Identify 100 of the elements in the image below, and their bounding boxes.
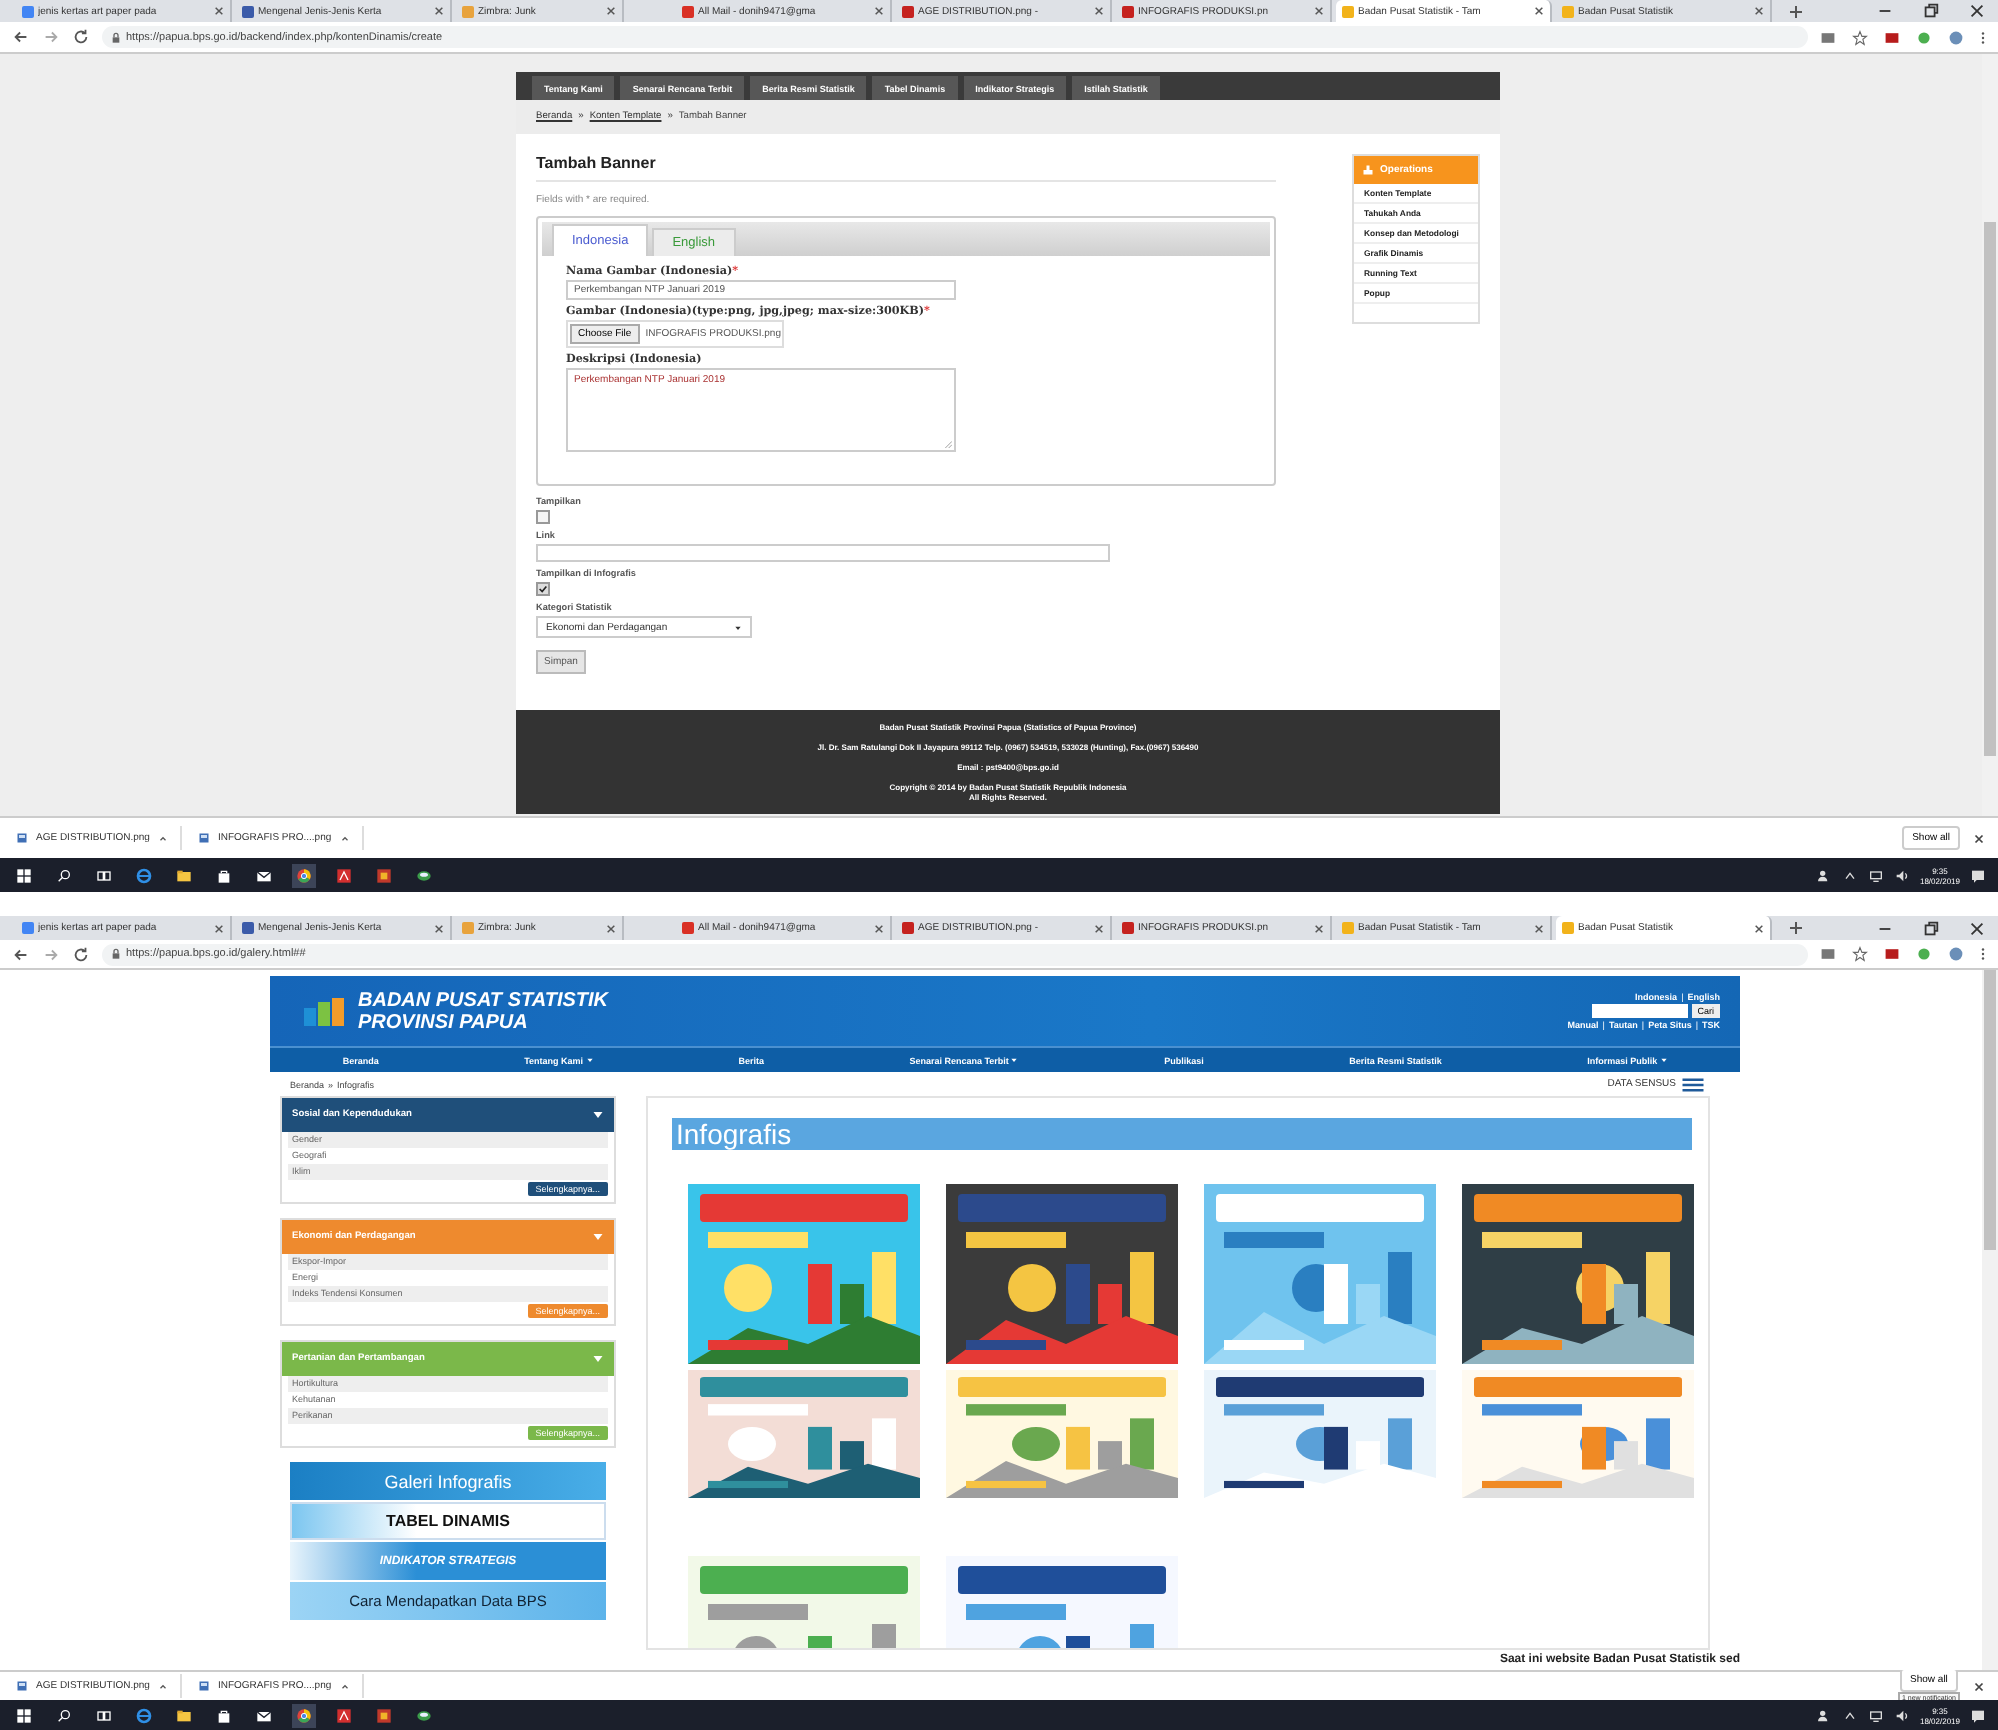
search-icon[interactable] bbox=[56, 867, 72, 883]
favicon-icon bbox=[902, 922, 914, 934]
volume-icon[interactable] bbox=[1893, 867, 1910, 883]
menu-icon[interactable] bbox=[1980, 29, 1986, 45]
pdf-icon[interactable] bbox=[336, 1707, 352, 1723]
close-icon[interactable] bbox=[1094, 6, 1104, 16]
lock-icon bbox=[112, 948, 120, 960]
close-icon[interactable] bbox=[214, 923, 224, 933]
close-icon[interactable] bbox=[434, 6, 444, 16]
windows-icon[interactable] bbox=[16, 867, 32, 883]
star-icon[interactable] bbox=[1852, 946, 1868, 962]
back-icon[interactable] bbox=[12, 28, 30, 46]
close-icon[interactable] bbox=[874, 923, 884, 933]
shopping-bag-icon[interactable] bbox=[216, 1707, 232, 1723]
app-icon[interactable] bbox=[376, 1707, 392, 1723]
close-icon[interactable] bbox=[874, 6, 884, 16]
lock-icon bbox=[112, 31, 120, 43]
image-file-icon bbox=[16, 1680, 28, 1692]
close-icon[interactable] bbox=[1968, 2, 1986, 20]
folder-icon[interactable] bbox=[176, 867, 192, 883]
favicon-icon bbox=[462, 5, 474, 17]
image-file-icon bbox=[197, 1680, 210, 1692]
restore-icon[interactable] bbox=[1922, 919, 1940, 937]
profile-icon[interactable] bbox=[1948, 946, 1964, 962]
chrome-icon[interactable] bbox=[296, 867, 312, 883]
reload-icon[interactable] bbox=[72, 28, 90, 46]
close-icon[interactable] bbox=[1314, 6, 1324, 16]
favicon-icon bbox=[682, 5, 694, 17]
browser-icon[interactable] bbox=[136, 1707, 152, 1723]
people-icon[interactable] bbox=[1815, 867, 1832, 883]
favicon-icon bbox=[682, 922, 694, 934]
resize-handle-icon[interactable] bbox=[944, 440, 952, 448]
chrome-icon[interactable] bbox=[296, 1707, 312, 1723]
tools-icon bbox=[1362, 164, 1374, 176]
menu-icon[interactable] bbox=[1980, 946, 1986, 962]
search-icon[interactable] bbox=[56, 1707, 72, 1723]
menu-icon bbox=[1682, 1077, 1704, 1091]
scrollbar[interactable] bbox=[1982, 970, 1998, 1670]
notification-icon[interactable] bbox=[1970, 1707, 1986, 1723]
caret-icon bbox=[339, 1681, 350, 1691]
favicon-icon bbox=[1562, 5, 1574, 17]
favicon-icon bbox=[1342, 5, 1354, 17]
restore-icon[interactable] bbox=[1922, 2, 1940, 20]
back-icon[interactable] bbox=[12, 945, 30, 963]
input-field[interactable] bbox=[536, 544, 1110, 562]
reload-icon[interactable] bbox=[72, 945, 90, 963]
close-icon[interactable] bbox=[1534, 923, 1544, 933]
close-icon[interactable] bbox=[1972, 831, 1986, 845]
caret-icon[interactable] bbox=[1841, 867, 1858, 883]
close-icon[interactable] bbox=[1094, 923, 1104, 933]
close-icon[interactable] bbox=[1314, 923, 1324, 933]
shopping-bag-icon[interactable] bbox=[216, 867, 232, 883]
notification-icon[interactable] bbox=[1970, 867, 1986, 883]
image-file-icon bbox=[197, 832, 210, 844]
close-icon[interactable] bbox=[1754, 6, 1764, 16]
close-icon[interactable] bbox=[606, 923, 616, 933]
network-icon[interactable] bbox=[1867, 867, 1884, 883]
caret-icon bbox=[1010, 1056, 1019, 1064]
close-icon[interactable] bbox=[1968, 919, 1986, 937]
caret-icon bbox=[157, 1681, 168, 1691]
new-tab-icon[interactable] bbox=[1788, 920, 1804, 936]
caret-icon bbox=[592, 1232, 604, 1242]
close-icon[interactable] bbox=[1972, 1679, 1986, 1693]
new-tab-icon[interactable] bbox=[1788, 3, 1804, 19]
star-icon[interactable] bbox=[1852, 29, 1868, 45]
close-icon[interactable] bbox=[1534, 6, 1544, 16]
favicon-icon bbox=[1342, 922, 1354, 934]
favicon-icon bbox=[242, 5, 254, 17]
caret-icon bbox=[339, 833, 350, 843]
favicon-icon bbox=[22, 5, 34, 17]
task-view-icon[interactable] bbox=[96, 1707, 112, 1723]
windows-icon[interactable] bbox=[16, 1707, 32, 1723]
browser-icon[interactable] bbox=[136, 867, 152, 883]
task-view-icon[interactable] bbox=[96, 867, 112, 883]
favicon-icon bbox=[1122, 5, 1134, 17]
close-icon[interactable] bbox=[434, 923, 444, 933]
favicon-icon bbox=[1122, 922, 1134, 934]
banner-link[interactable]: TABEL DINAMIS bbox=[290, 1502, 606, 1540]
caret-icon[interactable] bbox=[1841, 1707, 1858, 1723]
network-icon[interactable] bbox=[1867, 1707, 1884, 1723]
folder-icon[interactable] bbox=[176, 1707, 192, 1723]
close-icon[interactable] bbox=[214, 6, 224, 16]
mail-icon[interactable] bbox=[256, 867, 272, 883]
favicon-icon bbox=[902, 5, 914, 17]
search-field[interactable] bbox=[1591, 1004, 1688, 1018]
mail-icon[interactable] bbox=[256, 1707, 272, 1723]
image-file-icon bbox=[16, 832, 28, 844]
people-icon[interactable] bbox=[1815, 1707, 1832, 1723]
close-icon[interactable] bbox=[606, 6, 616, 16]
close-icon[interactable] bbox=[1754, 923, 1764, 933]
volume-icon[interactable] bbox=[1893, 1707, 1910, 1723]
pdf-icon[interactable] bbox=[336, 867, 352, 883]
app-icon[interactable] bbox=[376, 867, 392, 883]
logo-icon bbox=[302, 995, 350, 1027]
checkbox[interactable] bbox=[536, 510, 550, 524]
site-title: BADAN PUSAT STATISTIK PROVINSI PAPUA bbox=[358, 989, 608, 1033]
caret-icon bbox=[585, 1056, 594, 1064]
checkbox[interactable] bbox=[536, 582, 550, 596]
favicon-icon bbox=[1562, 922, 1574, 934]
profile-icon[interactable] bbox=[1948, 29, 1964, 45]
